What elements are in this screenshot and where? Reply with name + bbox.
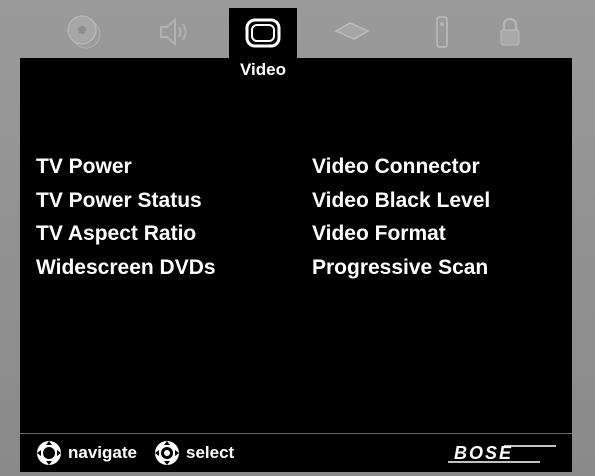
menu-item-tv-aspect-ratio[interactable]: TV Aspect Ratio xyxy=(36,217,216,251)
menu-column-left: TV Power TV Power Status TV Aspect Ratio… xyxy=(36,150,216,284)
bose-logo: BOSE xyxy=(448,443,556,463)
footer-hint-bar: navigate select BOSE xyxy=(20,433,572,472)
navigate-hint: navigate xyxy=(36,434,137,472)
active-tab-label: Video xyxy=(240,60,286,79)
menu-item-video-black-level[interactable]: Video Black Level xyxy=(312,184,490,218)
remote-slab-icon[interactable] xyxy=(332,12,372,52)
lock-icon[interactable] xyxy=(490,12,530,52)
navigate-label: navigate xyxy=(68,443,137,462)
disc-icon[interactable] xyxy=(64,12,104,52)
select-label: select xyxy=(186,443,235,462)
menu-frame: Video TV Power TV Power Status TV Aspect… xyxy=(0,0,595,476)
tv-icon xyxy=(245,18,281,48)
tab-video[interactable] xyxy=(229,8,297,58)
menu-item-widescreen-dvds[interactable]: Widescreen DVDs xyxy=(36,251,216,285)
select-hint: select xyxy=(154,434,234,472)
remote-control-icon[interactable] xyxy=(422,12,462,52)
category-tab-bar xyxy=(20,8,572,58)
menu-item-tv-power[interactable]: TV Power xyxy=(36,150,216,184)
menu-item-tv-power-status[interactable]: TV Power Status xyxy=(36,184,216,218)
menu-item-video-format[interactable]: Video Format xyxy=(312,217,490,251)
select-pad-icon xyxy=(155,441,179,465)
navigation-pad-icon xyxy=(37,441,61,465)
menu-column-right: Video Connector Video Black Level Video … xyxy=(312,150,490,284)
speaker-icon[interactable] xyxy=(154,12,194,52)
menu-screen: Video TV Power TV Power Status TV Aspect… xyxy=(20,58,572,433)
menu-item-video-connector[interactable]: Video Connector xyxy=(312,150,490,184)
menu-item-progressive-scan[interactable]: Progressive Scan xyxy=(312,251,490,285)
